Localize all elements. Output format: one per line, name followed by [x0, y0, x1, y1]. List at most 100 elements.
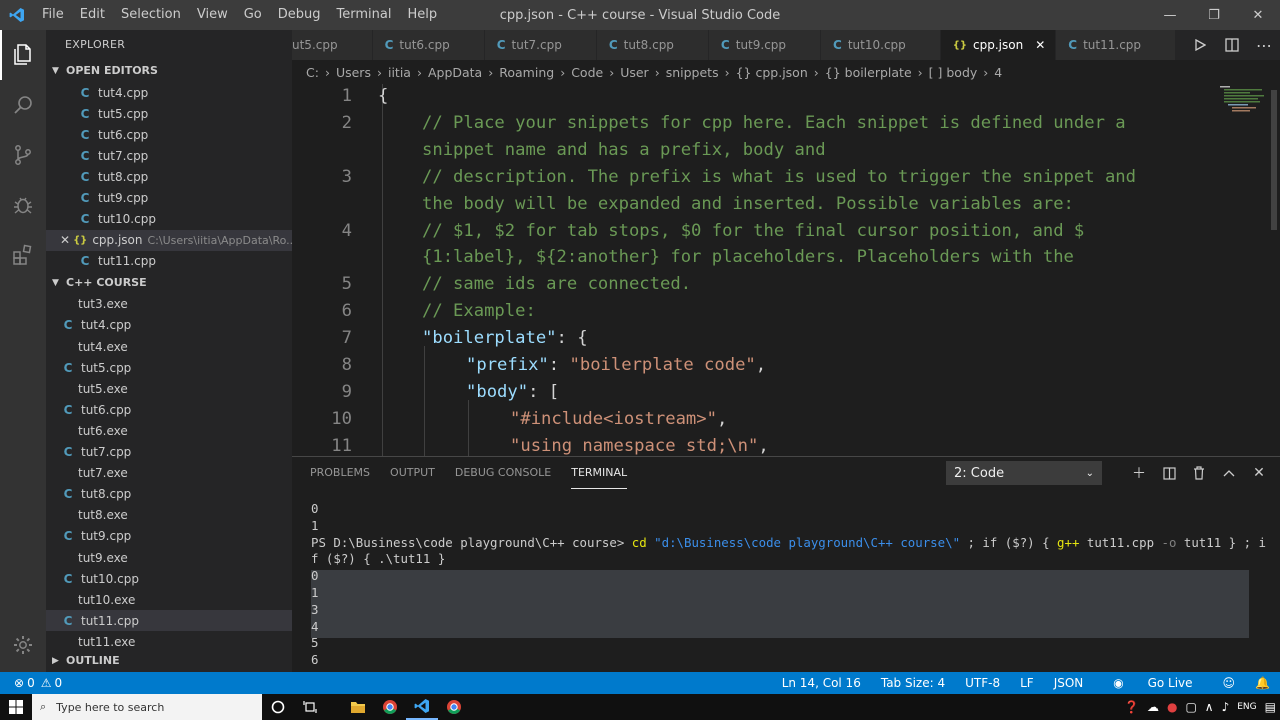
breadcrumb-item[interactable]: C:	[306, 65, 319, 80]
open-editor-item[interactable]: Ctut5.cpp	[46, 103, 292, 124]
breadcrumb-item[interactable]: Code	[571, 65, 603, 80]
open-editors-header[interactable]: ▼ OPEN EDITORS	[46, 60, 292, 82]
run-icon[interactable]	[1184, 39, 1216, 51]
trash-icon[interactable]	[1184, 466, 1214, 480]
breadcrumb-item[interactable]: {} cpp.json	[736, 65, 808, 80]
more-actions-icon[interactable]: ⋯	[1248, 36, 1280, 55]
menu-item-file[interactable]: File	[34, 0, 72, 30]
vertical-scrollbar[interactable]	[1268, 84, 1280, 456]
folder-header[interactable]: ▼ C++ COURSE	[46, 272, 292, 294]
problems-status[interactable]: ⊗ 0 ⚠ 0	[0, 676, 62, 690]
extensions-icon[interactable]	[0, 230, 46, 280]
maximize-panel-icon[interactable]	[1214, 469, 1244, 477]
breadcrumb-item[interactable]: Users	[336, 65, 371, 80]
open-editor-item[interactable]: Ctut7.cpp	[46, 145, 292, 166]
file-tree-item[interactable]: Ctut9.cpp	[46, 526, 292, 547]
cursor-position[interactable]: Ln 14, Col 16	[772, 676, 871, 690]
menu-item-edit[interactable]: Edit	[72, 0, 113, 30]
open-editor-item[interactable]: Ctut6.cpp	[46, 124, 292, 145]
cloud-icon[interactable]: ☁	[1143, 700, 1163, 714]
close-tab-icon[interactable]: ✕	[1035, 38, 1045, 52]
file-tree-item[interactable]: Ctut11.cpp	[46, 610, 292, 632]
cortana-icon[interactable]	[262, 694, 294, 720]
file-tree-item[interactable]: tut6.exe	[46, 420, 292, 441]
menu-item-help[interactable]: Help	[399, 0, 445, 30]
settings-gear-icon[interactable]	[0, 620, 46, 670]
windows-start-icon[interactable]	[0, 694, 32, 720]
end-of-line[interactable]: LF	[1010, 676, 1044, 690]
file-tree-item[interactable]: tut4.exe	[46, 336, 292, 357]
tab-tut6-cpp[interactable]: Ctut6.cpp	[372, 30, 485, 60]
close-icon[interactable]: ✕	[60, 233, 70, 247]
task-view-icon[interactable]	[294, 694, 326, 720]
file-tree-item[interactable]: tut7.exe	[46, 463, 292, 484]
encoding[interactable]: UTF-8	[955, 676, 1010, 690]
breadcrumb-item[interactable]: Roaming	[499, 65, 554, 80]
file-tree-item[interactable]: Ctut5.cpp	[46, 357, 292, 378]
breadcrumb-item[interactable]: iitia	[388, 65, 411, 80]
file-tree-item[interactable]: tut8.exe	[46, 505, 292, 526]
chevron-up-icon[interactable]: ∧	[1201, 700, 1218, 714]
file-tree-item[interactable]: tut10.exe	[46, 589, 292, 610]
split-editor-icon[interactable]	[1216, 38, 1248, 52]
debug-icon[interactable]	[0, 180, 46, 230]
keyboard-language[interactable]: ENG	[1233, 702, 1260, 712]
panel-tab-output[interactable]: OUTPUT	[390, 457, 435, 489]
file-tree-item[interactable]: tut9.exe	[46, 547, 292, 568]
file-tree-item[interactable]: Ctut4.cpp	[46, 315, 292, 336]
source-control-icon[interactable]	[0, 130, 46, 180]
panel-tab-terminal[interactable]: TERMINAL	[571, 457, 628, 489]
notifications-bell-icon[interactable]: 🔔	[1245, 676, 1280, 690]
file-tree-item[interactable]: Ctut10.cpp	[46, 568, 292, 589]
tab-tut9-cpp[interactable]: Ctut9.cpp	[708, 30, 822, 60]
file-tree-item[interactable]: Ctut6.cpp	[46, 399, 292, 420]
panel-tab-problems[interactable]: PROBLEMS	[310, 457, 370, 489]
breadcrumb-item[interactable]: 4	[994, 65, 1002, 80]
split-terminal-icon[interactable]	[1154, 466, 1184, 480]
terminal-select[interactable]: 2: Code ⌄	[946, 461, 1102, 485]
breadcrumb-item[interactable]: snippets	[666, 65, 719, 80]
taskbar-search-box[interactable]: ⌕ Type here to search	[32, 694, 262, 720]
vscode-taskbar-icon[interactable]	[406, 694, 438, 720]
new-terminal-icon[interactable]: ＋	[1124, 463, 1154, 483]
explorer-icon[interactable]	[0, 30, 46, 80]
outline-header[interactable]: ▶ OUTLINE	[46, 650, 292, 672]
minimize-icon[interactable]: —	[1148, 0, 1192, 30]
breadcrumb-item[interactable]: [ ] body	[929, 65, 978, 80]
language-mode[interactable]: JSON	[1044, 676, 1094, 690]
tab-tut7-cpp[interactable]: Ctut7.cpp	[484, 30, 597, 60]
code-editor[interactable]: 1 {2 // Place your snippets for cpp here. …	[292, 84, 1280, 456]
minimap[interactable]	[1218, 84, 1268, 144]
tab-size[interactable]: Tab Size: 4	[871, 676, 955, 690]
network-icon[interactable]: ▢	[1181, 700, 1200, 714]
close-icon[interactable]: ✕	[1236, 0, 1280, 30]
open-editor-item[interactable]: Ctut4.cpp	[46, 82, 292, 103]
breadcrumb-item[interactable]: User	[620, 65, 649, 80]
scrollbar-thumb[interactable]	[1271, 90, 1277, 230]
open-editor-item[interactable]: Ctut10.cpp	[46, 209, 292, 230]
open-editor-item[interactable]: ✕{} cpp.json C:\Users\iitia\AppData\Ro...	[46, 229, 292, 251]
chrome-icon[interactable]	[374, 694, 406, 720]
menu-item-debug[interactable]: Debug	[270, 0, 329, 30]
breadcrumb-item[interactable]: AppData	[428, 65, 482, 80]
restore-icon[interactable]: ❐	[1192, 0, 1236, 30]
help-icon[interactable]: ❓	[1120, 700, 1143, 714]
menu-item-view[interactable]: View	[189, 0, 236, 30]
menu-item-go[interactable]: Go	[236, 0, 270, 30]
chrome-profile-icon[interactable]	[438, 694, 470, 720]
tab-tut10-cpp[interactable]: Ctut10.cpp	[821, 30, 941, 60]
tab-cpp-json[interactable]: {} cpp.json ✕	[940, 30, 1057, 60]
search-icon[interactable]	[0, 80, 46, 130]
panel-tab-debug-console[interactable]: DEBUG CONSOLE	[455, 457, 551, 489]
notifications-icon[interactable]: ▤	[1261, 700, 1280, 714]
terminal-output[interactable]: 01 PS D:\Business\code playground\C++ co…	[311, 501, 1266, 669]
tab-tut8-cpp[interactable]: Ctut8.cpp	[596, 30, 709, 60]
open-editor-item[interactable]: Ctut11.cpp	[46, 251, 292, 272]
file-tree-item[interactable]: Ctut7.cpp	[46, 442, 292, 463]
menu-item-selection[interactable]: Selection	[113, 0, 189, 30]
open-editor-item[interactable]: Ctut9.cpp	[46, 187, 292, 208]
file-tree-item[interactable]: tut3.exe	[46, 294, 292, 315]
volume-icon[interactable]: ♪	[1218, 700, 1234, 714]
go-live-button[interactable]: ◉ Go Live	[1093, 676, 1212, 690]
tab-ut5-cpp[interactable]: ut5.cpp	[292, 30, 373, 60]
